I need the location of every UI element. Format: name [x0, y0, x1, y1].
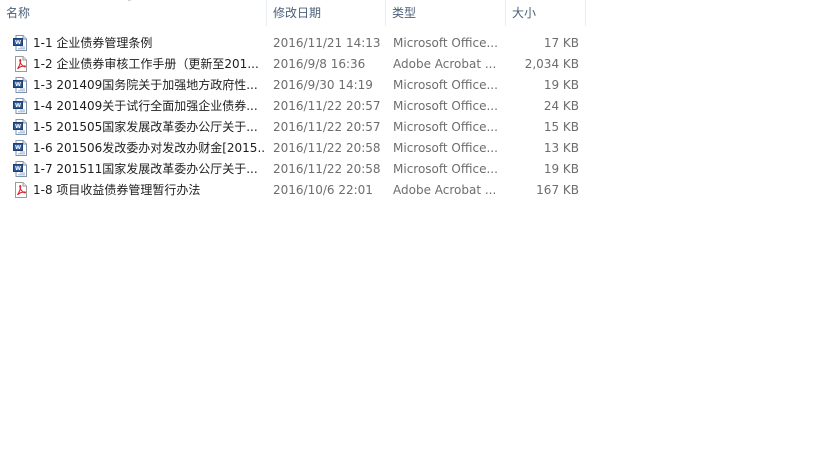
file-row[interactable]: 1-2 企业债券审核工作手册（更新至201... 2016/9/8 16:36 Ad… [0, 54, 586, 75]
word-doc-icon: W [13, 77, 29, 93]
column-header-name[interactable]: 名称 ˄ [0, 0, 267, 26]
file-modified-date: 2016/10/6 22:01 [273, 183, 373, 197]
file-type: Microsoft Office... [393, 120, 498, 134]
file-row[interactable]: W 1-1 企业债券管理条例 2016/11/21 14:13 Microsoft O… [0, 33, 586, 54]
file-row[interactable]: W 1-7 201511国家发展改革委办公厅关于... 2016/11/22 20:… [0, 159, 586, 180]
file-name: 1-3 201409国务院关于加强地方政府性... [33, 78, 258, 92]
file-name: 1-4 201409关于试行全面加强企业债券... [33, 99, 258, 113]
file-type: Adobe Acrobat ... [393, 57, 497, 71]
file-list: W 1-1 企业债券管理条例 2016/11/21 14:13 Microsoft O… [0, 33, 590, 201]
file-name: 1-5 201505国家发展改革委办公厅关于... [33, 120, 258, 134]
svg-text:W: W [15, 40, 21, 46]
file-row[interactable]: 1-8 项目收益债券管理暂行办法 2016/10/6 22:01 Adobe Acr… [0, 180, 586, 201]
column-header-row: 名称 ˄ 修改日期 类型 大小 [0, 0, 590, 26]
svg-text:W: W [15, 82, 21, 88]
pdf-icon [13, 182, 29, 198]
file-row[interactable]: W 1-5 201505国家发展改革委办公厅关于... 2016/11/22 20:… [0, 117, 586, 138]
column-header-date[interactable]: 修改日期 [267, 0, 386, 26]
file-size: 13 KB [543, 141, 579, 155]
word-doc-icon: W [13, 98, 29, 114]
word-doc-icon: W [13, 161, 29, 177]
column-header-size[interactable]: 大小 [506, 0, 586, 26]
file-type: Microsoft Office... [393, 36, 498, 50]
sort-ascending-icon: ˄ [127, 0, 132, 9]
column-header-type-label: 类型 [392, 6, 417, 20]
file-size: 19 KB [543, 162, 579, 176]
file-row[interactable]: W 1-4 201409关于试行全面加强企业债券... 2016/11/22 20:… [0, 96, 586, 117]
file-size: 19 KB [543, 78, 579, 92]
file-explorer-list-view: 名称 ˄ 修改日期 类型 大小 W 1-1 企业债券管理条例 2016/11/21 … [0, 0, 815, 470]
svg-text:W: W [15, 124, 21, 130]
file-name: 1-8 项目收益债券管理暂行办法 [33, 183, 201, 197]
file-modified-date: 2016/11/21 14:13 [273, 36, 381, 50]
file-row[interactable]: W 1-3 201409国务院关于加强地方政府性... 2016/9/30 14:1… [0, 75, 586, 96]
file-size: 2,034 KB [524, 57, 579, 71]
file-row[interactable]: W 1-6 201506发改委办对发改办财金[2015... 2016/11/22 … [0, 138, 586, 159]
svg-text:W: W [15, 103, 21, 109]
file-name: 1-6 201506发改委办对发改办财金[2015... [33, 141, 265, 155]
word-doc-icon: W [13, 140, 29, 156]
pdf-icon [13, 56, 29, 72]
file-modified-date: 2016/9/8 16:36 [273, 57, 366, 71]
column-header-size-label: 大小 [512, 6, 537, 20]
file-size: 15 KB [543, 120, 579, 134]
file-size: 167 KB [536, 183, 579, 197]
svg-text:W: W [15, 145, 21, 151]
column-header-type[interactable]: 类型 [386, 0, 506, 26]
file-modified-date: 2016/9/30 14:19 [273, 78, 373, 92]
file-modified-date: 2016/11/22 20:58 [273, 141, 381, 155]
column-header-name-label: 名称 [6, 6, 31, 20]
file-modified-date: 2016/11/22 20:57 [273, 120, 381, 134]
file-name: 1-7 201511国家发展改革委办公厅关于... [33, 162, 258, 176]
word-doc-icon: W [13, 35, 29, 51]
column-header-date-label: 修改日期 [273, 6, 322, 20]
file-type: Adobe Acrobat ... [393, 183, 497, 197]
file-modified-date: 2016/11/22 20:57 [273, 99, 381, 113]
file-size: 17 KB [543, 36, 579, 50]
file-name: 1-2 企业债券审核工作手册（更新至201... [33, 57, 259, 71]
file-type: Microsoft Office... [393, 141, 498, 155]
file-type: Microsoft Office... [393, 162, 498, 176]
file-name: 1-1 企业债券管理条例 [33, 36, 153, 50]
file-type: Microsoft Office... [393, 78, 498, 92]
word-doc-icon: W [13, 119, 29, 135]
file-size: 24 KB [543, 99, 579, 113]
file-type: Microsoft Office... [393, 99, 498, 113]
file-modified-date: 2016/11/22 20:58 [273, 162, 381, 176]
svg-text:W: W [15, 166, 21, 172]
